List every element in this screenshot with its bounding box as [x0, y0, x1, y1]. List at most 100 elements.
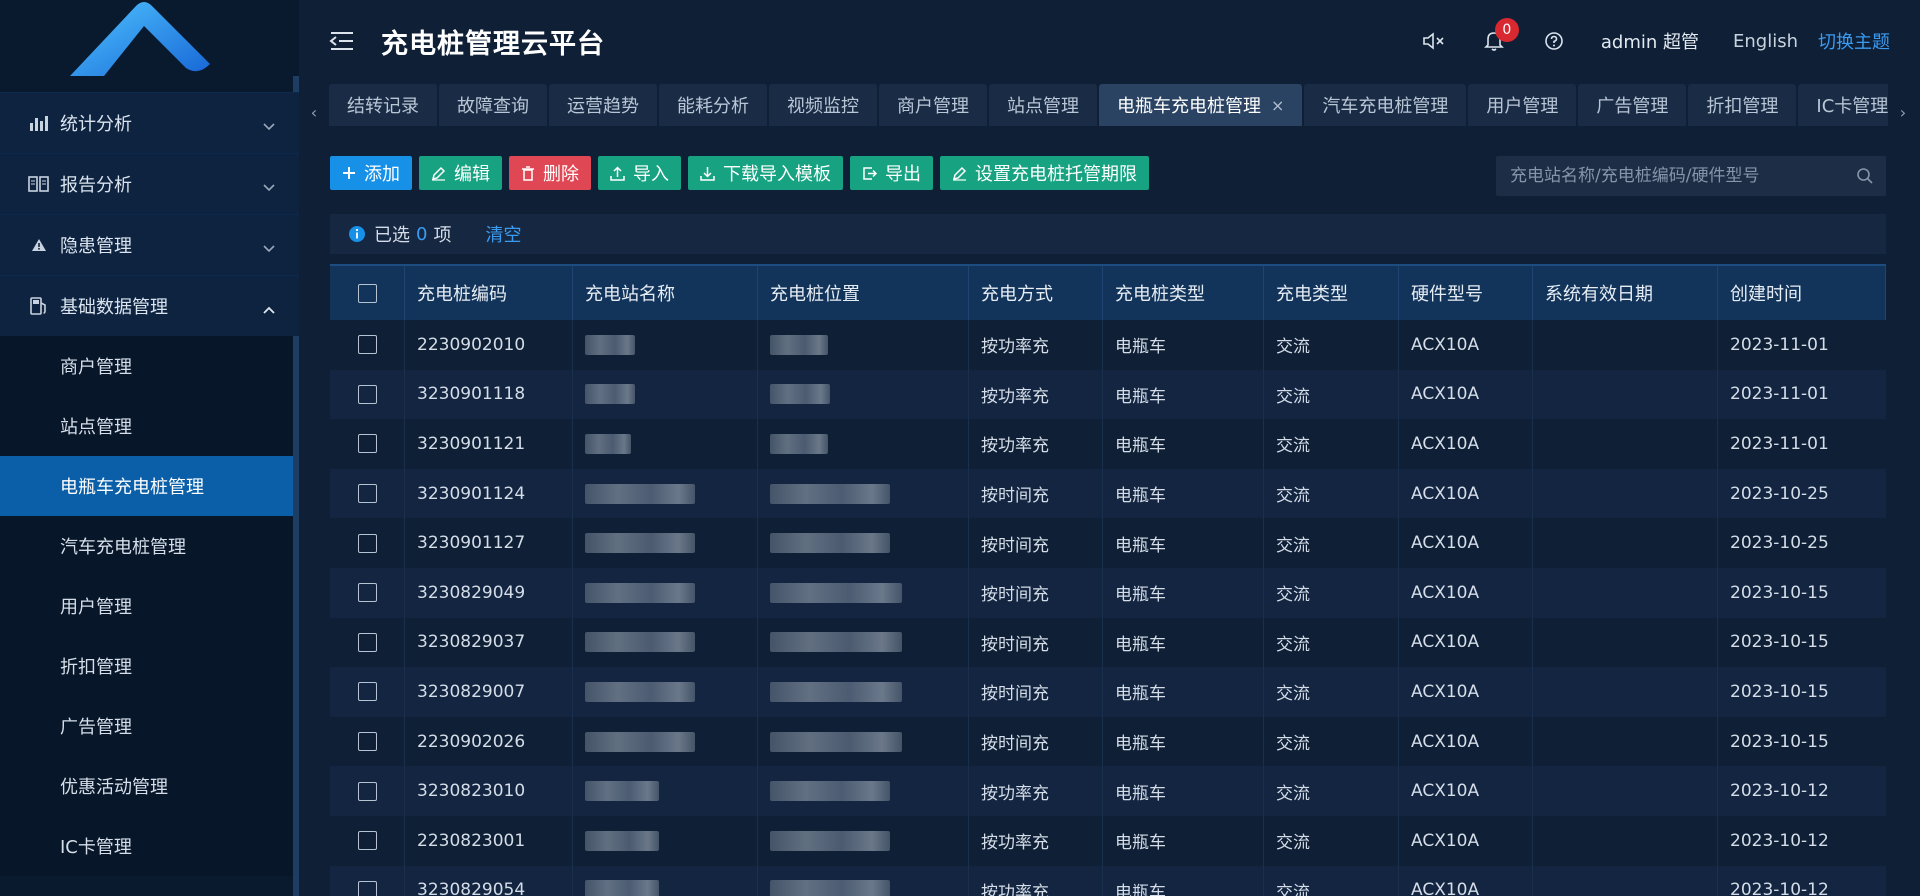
sidebar-subitem[interactable]: 广告管理	[0, 696, 299, 756]
tab[interactable]: 结转记录	[329, 84, 437, 126]
tab[interactable]: 故障查询	[439, 84, 547, 126]
row-checkbox[interactable]	[357, 434, 377, 454]
redacted-text	[585, 830, 659, 851]
bell-icon[interactable]: 0	[1481, 18, 1519, 54]
export-button[interactable]: 导出	[850, 156, 933, 190]
table-cell-valid-date	[1533, 766, 1718, 816]
table-row[interactable]: 3230901124 按时间充 电瓶车 交流 ACX10A 2023-10-25	[330, 468, 1886, 519]
tab[interactable]: 折扣管理	[1688, 84, 1797, 126]
close-icon[interactable]: ×	[1271, 96, 1284, 115]
menu-base-data[interactable]: 基础数据管理	[0, 275, 299, 336]
table-row[interactable]: 3230829007 按时间充 电瓶车 交流 ACX10A 2023-10-15	[330, 667, 1886, 717]
table-cell-valid-date	[1533, 419, 1718, 469]
sidebar-subitem[interactable]: 用户管理	[0, 576, 299, 636]
table-row[interactable]: 3230829054 按功率充 电瓶车 交流 ACX10A 2023-10-12	[330, 865, 1886, 896]
edit-button[interactable]: 编辑	[419, 156, 502, 190]
row-checkbox[interactable]	[357, 335, 377, 355]
menu-fold-icon[interactable]	[329, 30, 355, 52]
row-select-cell	[330, 567, 405, 618]
table-cell-valid-date	[1533, 567, 1718, 618]
help-icon[interactable]	[1541, 28, 1567, 54]
table-cell-valid-date	[1533, 667, 1718, 717]
table-row[interactable]: 3230829049 按时间充 电瓶车 交流 ACX10A 2023-10-15	[330, 567, 1886, 618]
sidebar-subitem[interactable]: 商户管理	[0, 336, 299, 396]
pile-location-cell-redacted	[758, 369, 969, 420]
add-button[interactable]: 添加	[330, 156, 412, 190]
row-select-cell	[330, 716, 405, 767]
table-cell-code: 3230901124	[405, 468, 573, 519]
search-icon[interactable]	[1856, 167, 1874, 190]
language-switch[interactable]: English	[1733, 31, 1798, 52]
table-cell-model: ACX10A	[1399, 667, 1533, 717]
tab[interactable]: 广告管理	[1578, 84, 1687, 126]
theme-switch[interactable]: 切换主题	[1818, 28, 1890, 54]
import-button[interactable]: 导入	[598, 156, 681, 190]
table-cell-mode: 按功率充	[969, 815, 1103, 866]
row-checkbox[interactable]	[357, 682, 377, 702]
tab[interactable]: 汽车充电桩管理	[1304, 84, 1467, 126]
search-input[interactable]	[1496, 166, 1836, 186]
table-row[interactable]: 2230823001 按功率充 电瓶车 交流 ACX10A 2023-10-12	[330, 815, 1886, 866]
row-checkbox[interactable]	[357, 732, 377, 752]
table-row[interactable]: 3230901118 按功率充 电瓶车 交流 ACX10A 2023-11-01	[330, 369, 1886, 420]
tab-scroll-right-icon[interactable]: ›	[1888, 82, 1918, 126]
table-row[interactable]: 3230823010 按功率充 电瓶车 交流 ACX10A 2023-10-12	[330, 766, 1886, 816]
sidebar-subitem[interactable]: 优惠活动管理	[0, 756, 299, 816]
menu-hazard[interactable]: 隐患管理	[0, 214, 299, 275]
redacted-text	[585, 632, 695, 653]
clear-selection-link[interactable]: 清空	[485, 221, 521, 247]
table-row[interactable]: 3230901121 按功率充 电瓶车 交流 ACX10A 2023-11-01	[330, 419, 1886, 469]
tab[interactable]: 电瓶车充电桩管理 ×	[1099, 84, 1303, 126]
user-menu[interactable]: admin 超管	[1601, 28, 1699, 54]
tab[interactable]: 商户管理	[879, 84, 987, 126]
tab[interactable]: 用户管理	[1468, 84, 1577, 126]
table-cell-code: 3230901127	[405, 518, 573, 568]
table-cell-charge-type: 交流	[1264, 617, 1399, 668]
row-checkbox[interactable]	[357, 781, 377, 801]
row-checkbox[interactable]	[357, 484, 377, 504]
table-cell-code: 3230901118	[405, 369, 573, 420]
set-custody-button[interactable]: 设置充电桩托管期限	[940, 156, 1149, 190]
table-cell-model: ACX10A	[1399, 567, 1533, 618]
table-row[interactable]: 2230902026 按时间充 电瓶车 交流 ACX10A 2023-10-15	[330, 716, 1886, 767]
table-cell-pile-type: 电瓶车	[1103, 667, 1264, 717]
tab-label: 商户管理	[897, 96, 969, 117]
row-checkbox[interactable]	[357, 384, 377, 404]
tab[interactable]: IC卡管理	[1798, 84, 1888, 126]
sidebar-subitem[interactable]: 电瓶车充电桩管理	[0, 456, 299, 516]
sidebar-subitem[interactable]: 站点管理	[0, 396, 299, 456]
sidebar-subitem[interactable]: IC卡管理	[0, 816, 299, 876]
column-header: 系统有效日期	[1533, 266, 1718, 320]
select-all-checkbox[interactable]	[357, 283, 377, 303]
tab[interactable]: 视频监控	[769, 84, 877, 126]
menu-statistics[interactable]: 统计分析	[0, 92, 299, 153]
menu-report[interactable]: 报告分析	[0, 153, 299, 214]
table-cell-code: 3230829037	[405, 617, 573, 668]
row-checkbox[interactable]	[357, 831, 377, 851]
row-checkbox[interactable]	[357, 880, 377, 896]
tab[interactable]: 站点管理	[989, 84, 1097, 126]
row-checkbox[interactable]	[357, 583, 377, 603]
table-cell-valid-date	[1533, 865, 1718, 896]
menu-base-data-label: 基础数据管理	[60, 297, 168, 318]
delete-button[interactable]: 删除	[509, 156, 591, 190]
download-template-button[interactable]: 下载导入模板	[688, 156, 843, 190]
tab[interactable]: 运营趋势	[549, 84, 657, 126]
table-row[interactable]: 3230901127 按时间充 电瓶车 交流 ACX10A 2023-10-25	[330, 518, 1886, 568]
table-row[interactable]: 2230902010 按功率充 电瓶车 交流 ACX10A 2023-11-01	[330, 320, 1886, 370]
sidebar-subitem[interactable]: 汽车充电桩管理	[0, 516, 299, 576]
sidebar-subitem[interactable]: 折扣管理	[0, 636, 299, 696]
sidebar: 统计分析 报告分析 隐患管理 基础数据管理 商户管理 站点管理 电瓶车充电桩管理 汽车…	[0, 0, 299, 896]
table-cell-created: 2023-10-12	[1730, 830, 1829, 851]
row-select-cell	[330, 320, 405, 370]
pile-location-cell-redacted	[758, 320, 969, 370]
table-cell-mode: 按时间充	[969, 518, 1103, 568]
mute-icon[interactable]	[1421, 28, 1447, 54]
top-right-actions: 0 admin 超管 English 切换主题	[1421, 0, 1920, 82]
tab[interactable]: 能耗分析	[659, 84, 767, 126]
tab-scroll-left-icon[interactable]: ‹	[299, 82, 329, 126]
row-checkbox[interactable]	[357, 533, 377, 553]
table-row[interactable]: 3230829037 按时间充 电瓶车 交流 ACX10A 2023-10-15	[330, 617, 1886, 668]
search-box	[1496, 156, 1886, 196]
row-checkbox[interactable]	[357, 632, 377, 652]
